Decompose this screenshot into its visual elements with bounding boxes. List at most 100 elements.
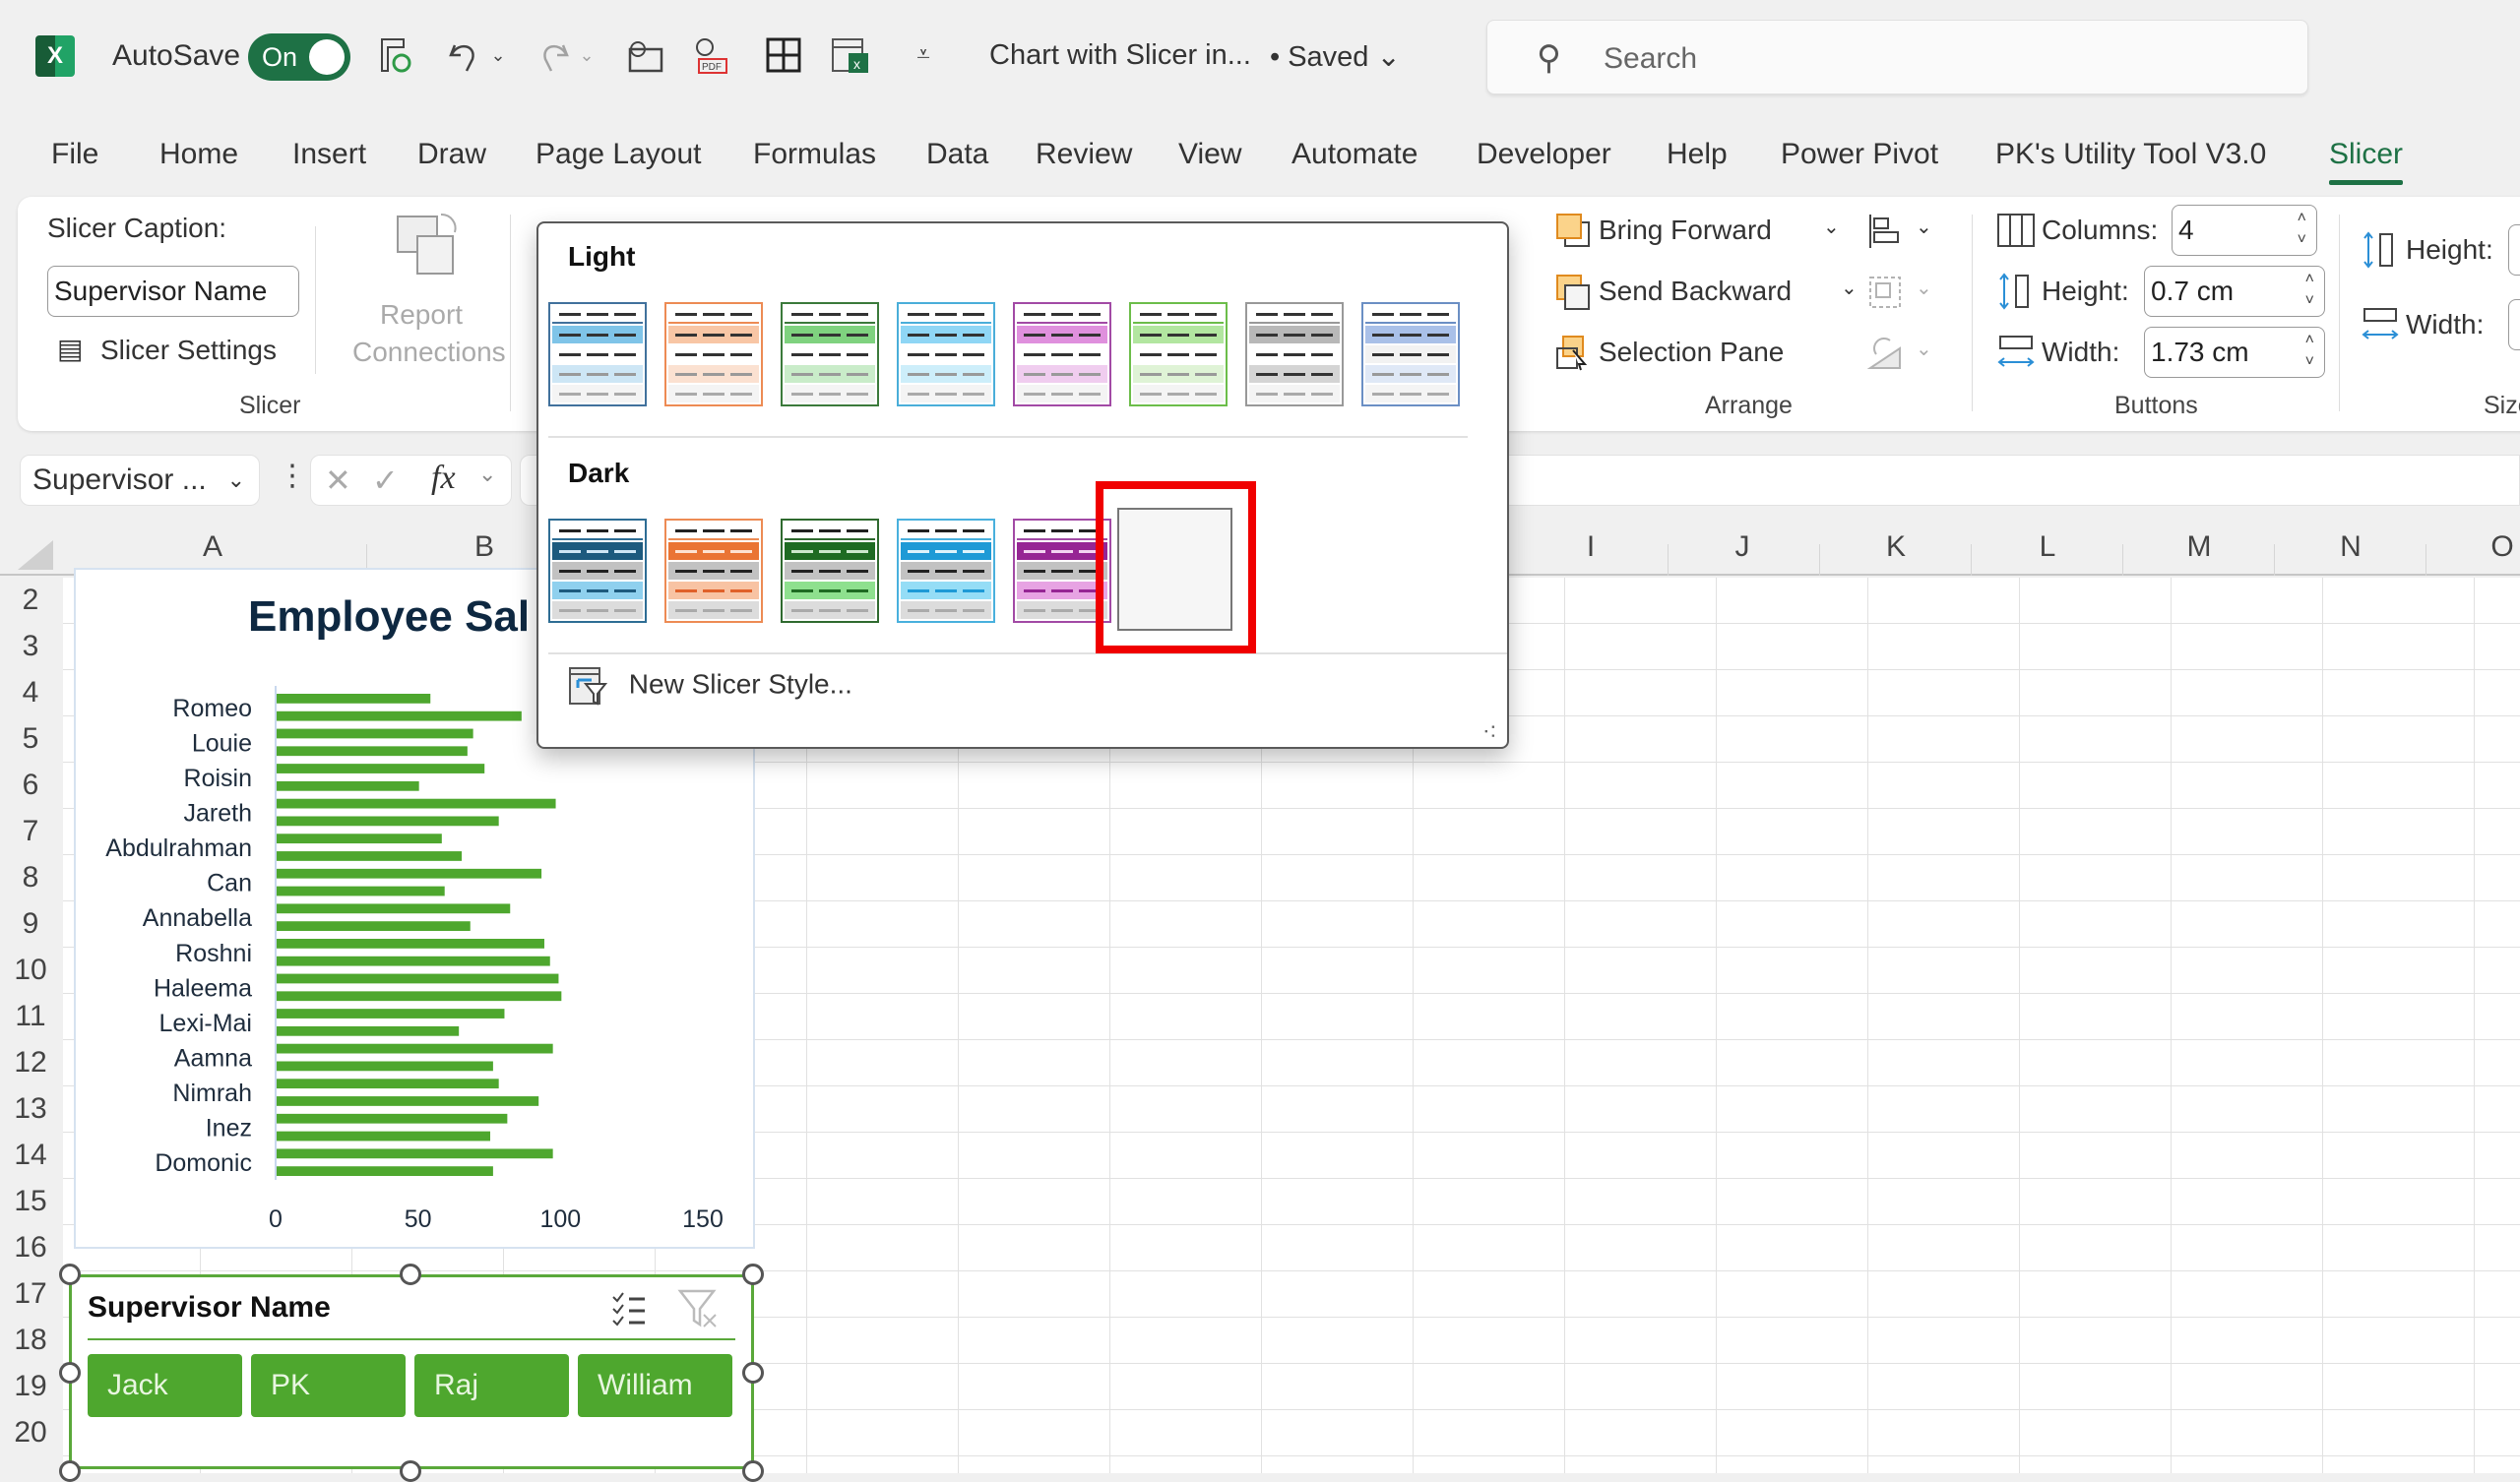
row-header-13[interactable]: 13 [0,1092,61,1126]
slicer-item-william[interactable]: William [578,1354,732,1417]
bar[interactable] [277,903,511,914]
tab-formulas[interactable]: Formulas [753,138,876,171]
bar[interactable] [277,816,499,827]
bar[interactable] [277,798,556,809]
dark-slicer-style-3[interactable] [781,519,879,623]
row-header-14[interactable]: 14 [0,1139,61,1172]
row-header-20[interactable]: 20 [0,1416,61,1450]
bar[interactable] [277,764,485,773]
dark-slicer-style-4[interactable] [897,519,995,623]
light-slicer-style-1[interactable] [548,302,647,406]
bar[interactable] [277,973,559,984]
name-box[interactable]: Supervisor ... ⌄ [20,455,260,506]
column-header-b[interactable]: B [465,530,504,564]
tab-help[interactable]: Help [1667,138,1728,171]
row-header-8[interactable]: 8 [0,861,61,895]
search-box[interactable]: ⚲ Search [1486,20,2308,94]
bar[interactable] [277,1079,499,1089]
light-slicer-style-2[interactable] [664,302,763,406]
column-header-l[interactable]: L [2028,530,2067,564]
tab-page-layout[interactable]: Page Layout [536,138,701,171]
tab-file[interactable]: File [51,138,98,171]
bar[interactable] [277,1096,539,1106]
bar[interactable] [277,1166,493,1176]
bar[interactable] [277,780,419,791]
slicer-item-pk[interactable]: PK [251,1354,406,1417]
bar[interactable] [277,886,445,896]
bar[interactable] [277,834,442,844]
slicer-caption-input[interactable]: Supervisor Name [47,266,299,317]
row-header-17[interactable]: 17 [0,1277,61,1311]
spin-arrows-icon[interactable]: ˄ ˅ [2305,330,2314,373]
tab-automate[interactable]: Automate [1292,138,1418,171]
resize-handle[interactable] [400,1460,421,1482]
resize-handle[interactable] [742,1460,764,1482]
row-header-3[interactable]: 3 [0,630,61,663]
multi-select-icon[interactable] [609,1289,649,1328]
slicer-item-jack[interactable]: Jack [88,1354,242,1417]
tab-power-pivot[interactable]: Power Pivot [1781,138,1938,171]
autosave-toggle[interactable]: On [248,33,350,81]
row-header-16[interactable]: 16 [0,1231,61,1265]
resize-handle[interactable] [742,1362,764,1384]
slicer-item-raj[interactable]: Raj [414,1354,569,1417]
row-header-15[interactable]: 15 [0,1185,61,1218]
button-width-input[interactable]: 1.73 cm ˄ ˅ [2144,327,2325,378]
bar[interactable] [277,921,471,931]
size-width-input[interactable] [2508,299,2520,350]
bring-forward-button[interactable]: Bring Forward ⌄ [1555,211,1851,254]
column-header-o[interactable]: O [2483,530,2520,564]
customize-toolbar-icon[interactable]: ⩡ [902,33,945,77]
column-header-a[interactable]: A [193,530,232,564]
column-header-k[interactable]: K [1876,530,1916,564]
excel-sheet-icon[interactable]: x [829,33,872,77]
more-options-icon[interactable]: ⋮ [278,459,307,493]
dark-slicer-style-2[interactable] [664,519,763,623]
bar[interactable] [277,1061,493,1072]
tab-draw[interactable]: Draw [417,138,486,171]
borders-icon[interactable] [762,33,805,77]
row-header-7[interactable]: 7 [0,815,61,848]
bar[interactable] [277,1009,505,1019]
row-header-4[interactable]: 4 [0,676,61,710]
bar[interactable] [277,1131,490,1142]
resize-handle[interactable] [400,1264,421,1285]
bar[interactable] [277,939,544,949]
light-slicer-style-3[interactable] [781,302,879,406]
row-header-5[interactable]: 5 [0,722,61,756]
tab-home[interactable]: Home [159,138,238,171]
resize-handle[interactable] [59,1460,81,1482]
selection-pane-button[interactable]: Selection Pane [1555,333,1851,376]
resize-handle[interactable] [59,1264,81,1285]
bar[interactable] [277,1043,553,1054]
tab-data[interactable]: Data [926,138,988,171]
size-height-input[interactable] [2508,224,2520,276]
resize-grip-icon[interactable]: ⠐⠅ [1479,723,1501,743]
tab-developer[interactable]: Developer [1477,138,1611,171]
row-header-2[interactable]: 2 [0,584,61,617]
new-slicer-style-button[interactable]: New Slicer Style... [568,666,852,706]
undo-icon[interactable] [443,33,486,77]
tab-insert[interactable]: Insert [292,138,366,171]
enter-icon[interactable]: ✓ [372,462,399,499]
row-header-9[interactable]: 9 [0,907,61,941]
cancel-icon[interactable]: ✕ [325,462,351,499]
bar[interactable] [277,1113,508,1124]
bar[interactable] [277,991,562,1002]
column-header-j[interactable]: J [1723,530,1762,564]
select-all-button[interactable] [18,540,53,570]
save-sync-icon[interactable] [374,33,417,77]
spin-arrows-icon[interactable]: ˄ ˅ [2298,208,2306,251]
bar[interactable] [277,1025,460,1036]
bar[interactable] [277,728,473,739]
document-title[interactable]: Chart with Slicer in... [989,39,1251,72]
bar[interactable] [277,746,468,757]
row-header-12[interactable]: 12 [0,1046,61,1080]
send-backward-button[interactable]: Send Backward ⌄ [1555,272,1870,315]
dark-slicer-style-1[interactable] [548,519,647,623]
insert-function-button[interactable]: fx [431,460,456,497]
light-slicer-style-4[interactable] [897,302,995,406]
bar[interactable] [277,868,542,879]
resize-handle[interactable] [742,1264,764,1285]
pdf-attach-icon[interactable]: PDF [691,33,734,77]
